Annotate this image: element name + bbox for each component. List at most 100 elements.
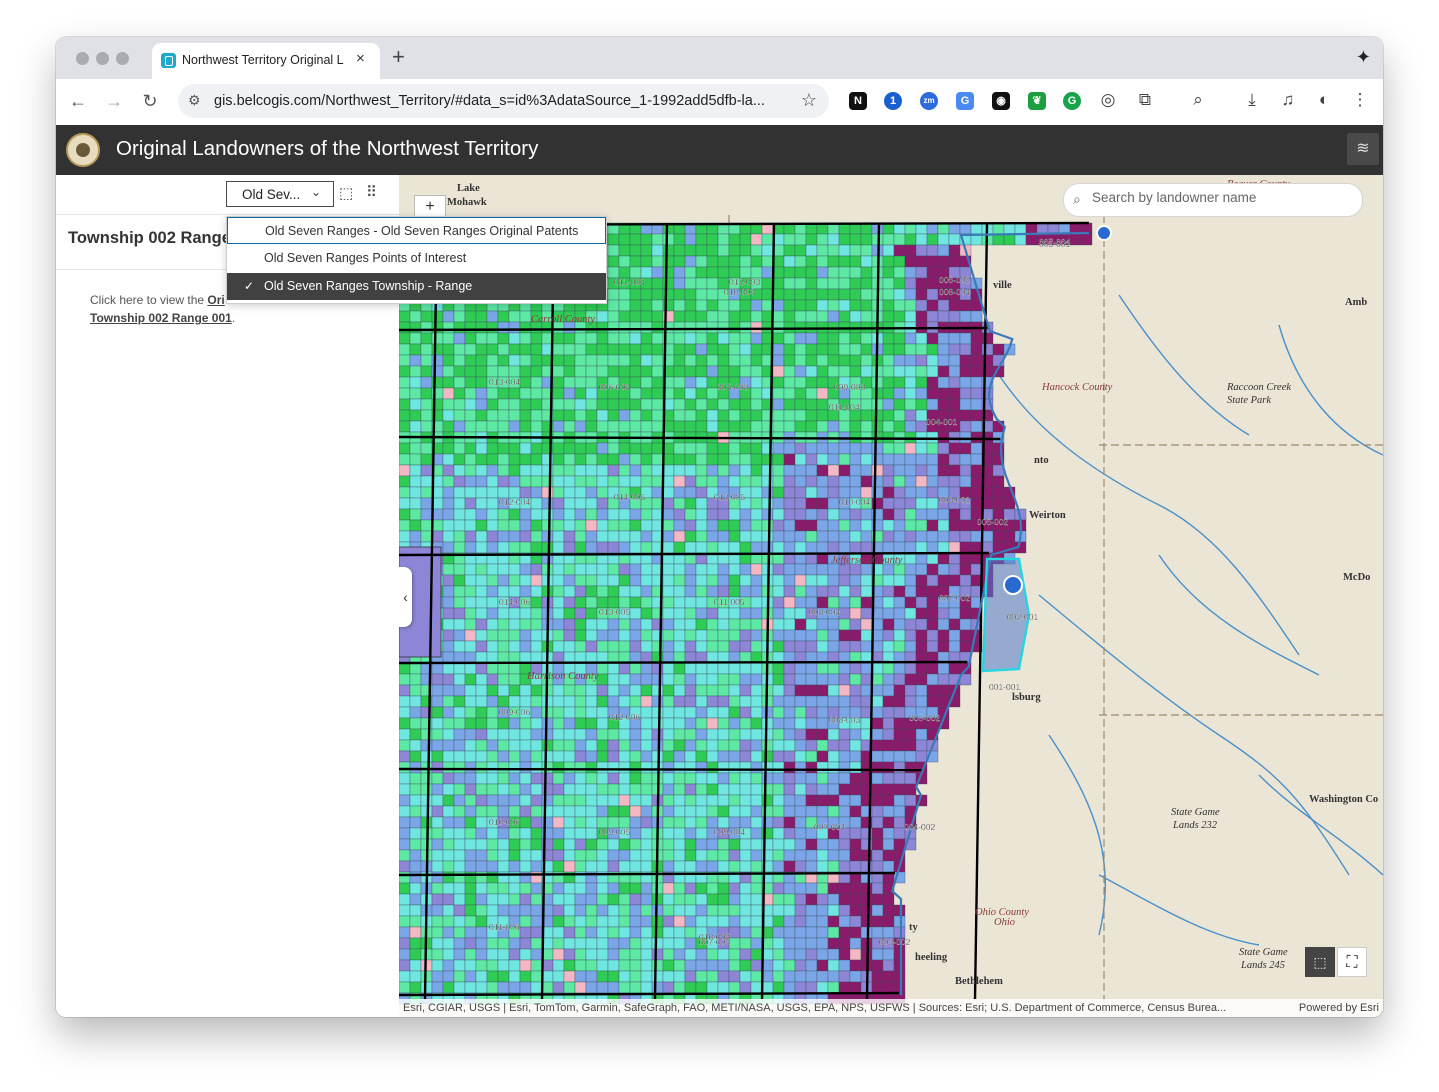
select-tool-button[interactable]: ⬚ (1305, 947, 1335, 977)
parcel (629, 695, 642, 708)
parcel (937, 662, 950, 675)
parcel (607, 420, 620, 433)
parcel (618, 915, 631, 928)
parcel (497, 970, 510, 983)
url-text[interactable]: gis.belcogis.com/Northwest_Territory/#da… (214, 93, 789, 109)
search-input[interactable] (1092, 190, 1352, 205)
parcel (816, 981, 829, 994)
parcel (442, 673, 455, 686)
leaf-extension-icon[interactable]: ❦ (1028, 92, 1046, 110)
dropdown-option-selected[interactable]: ✓ Old Seven Ranges Township - Range (227, 273, 606, 300)
fullscreen-button[interactable]: ⛶ (1337, 947, 1367, 977)
tab-search-icon[interactable]: ⌕ (1187, 89, 1209, 111)
parcel (552, 794, 565, 807)
parcel (420, 475, 433, 488)
parcel (552, 926, 565, 939)
parcel (442, 486, 455, 499)
layer-select[interactable]: Old Sev... ⌄ (226, 181, 334, 207)
grid-view-icon[interactable]: ⠿ (366, 183, 377, 201)
parcel (684, 860, 697, 873)
parcel (464, 794, 477, 807)
zoom-extension-icon[interactable]: zm (920, 92, 938, 110)
forward-button[interactable]: → (102, 90, 126, 112)
parcel (574, 959, 587, 972)
parcel (475, 794, 488, 807)
dropdown-option[interactable]: Old Seven Ranges - Old Seven Ranges Orig… (227, 217, 606, 244)
translate-extension-icon[interactable]: G (956, 92, 974, 110)
layers-icon[interactable]: ≋ (1347, 133, 1379, 165)
parcel (596, 959, 609, 972)
parcel (618, 530, 631, 543)
eye-extension-icon[interactable]: ◉ (992, 92, 1010, 110)
landowner-search[interactable]: ⌕ (1063, 183, 1363, 217)
extensions-puzzle-icon[interactable]: ⧉ (1134, 89, 1156, 111)
minimize-window-button[interactable] (96, 52, 109, 65)
parcel (530, 332, 543, 345)
parcel (772, 783, 785, 796)
notion-extension-icon[interactable]: N (849, 92, 867, 110)
tab-active[interactable]: Northwest Territory Original L × (152, 43, 380, 79)
menu-kebab-icon[interactable]: ⋮ (1349, 89, 1371, 111)
parcel (464, 739, 477, 752)
new-tab-button[interactable]: + (392, 45, 405, 69)
parcel (607, 475, 620, 488)
parcel (552, 464, 565, 477)
feature-link[interactable]: Township 002 Range 001 (90, 311, 232, 325)
reload-button[interactable]: ↻ (138, 90, 162, 112)
parcel (409, 937, 422, 950)
clear-selection-icon[interactable]: ⬚ (339, 184, 353, 202)
parcel (827, 904, 840, 917)
parcel (497, 750, 510, 763)
parcel (816, 772, 829, 785)
site-info-icon[interactable]: ⚙ (188, 92, 201, 109)
parcel (464, 453, 477, 466)
parcel (794, 970, 807, 983)
parcel (420, 497, 433, 510)
parcel (838, 860, 851, 873)
feature-link-partial[interactable]: Ori (207, 293, 224, 307)
parcel (486, 574, 499, 587)
parcel (783, 618, 796, 631)
parcel (453, 409, 466, 422)
parcel (772, 299, 785, 312)
media-control-icon[interactable]: ♫ (1277, 89, 1299, 111)
parcel (530, 915, 543, 928)
search-lens-extension-icon[interactable]: ◎ (1097, 89, 1119, 111)
download-icon[interactable]: ⤓ (1241, 89, 1263, 111)
parcel (849, 475, 862, 488)
parcel (816, 783, 829, 796)
parcel (486, 453, 499, 466)
address-bar[interactable]: ⚙ gis.belcogis.com/Northwest_Territory/#… (178, 84, 829, 118)
parcel (915, 244, 928, 257)
parcel (519, 904, 532, 917)
dropdown-option[interactable]: Old Seven Ranges Points of Interest (227, 245, 606, 272)
parcel (695, 662, 708, 675)
parcel (728, 893, 741, 906)
collapse-panel-button[interactable]: ‹ (399, 567, 412, 627)
parcel (684, 959, 697, 972)
parcel (794, 827, 807, 840)
gemini-icon[interactable]: ✦ (1356, 47, 1371, 68)
parcel (442, 376, 455, 389)
maximize-window-button[interactable] (116, 52, 129, 65)
tab-close-button[interactable]: × (356, 50, 365, 68)
parcel (805, 464, 818, 477)
parcel (475, 970, 488, 983)
parcel (409, 871, 422, 884)
parcel (519, 728, 532, 741)
back-button[interactable]: ← (66, 90, 90, 112)
parcel (739, 893, 752, 906)
close-window-button[interactable] (76, 52, 89, 65)
bookmark-star-icon[interactable]: ☆ (801, 90, 817, 111)
profile-icon[interactable]: ◐ (1313, 89, 1335, 111)
parcel (530, 739, 543, 752)
parcel (399, 332, 411, 345)
parcel (904, 739, 917, 752)
grammarly-extension-icon[interactable]: G (1063, 92, 1081, 110)
parcel (596, 585, 609, 598)
powered-by-esri[interactable]: Powered by Esri (1299, 999, 1379, 1017)
onepassword-extension-icon[interactable]: 1 (884, 92, 902, 110)
parcel (728, 343, 741, 356)
parcel (893, 596, 906, 609)
parcel (882, 354, 895, 367)
